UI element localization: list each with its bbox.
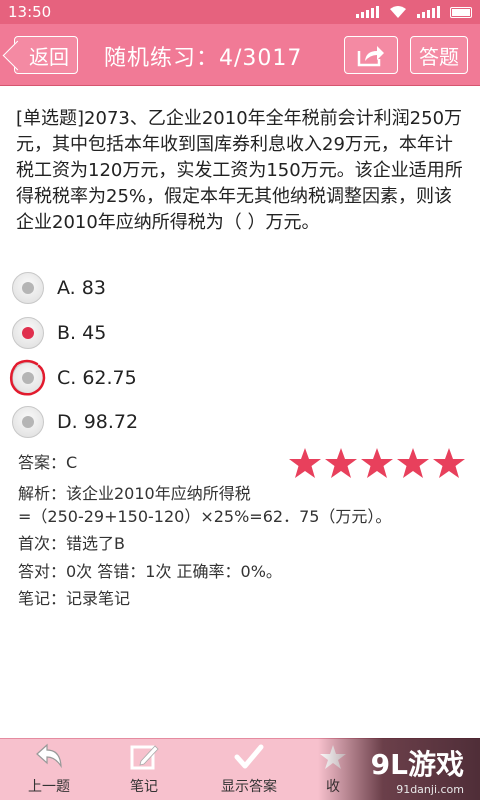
show-answer-button[interactable]: 显示答案	[190, 739, 308, 800]
option-b[interactable]: B. 45	[12, 315, 312, 351]
star-icon	[289, 448, 321, 478]
star-icon	[325, 448, 357, 478]
status-bar: 13:50	[0, 0, 480, 24]
signal-icon	[356, 6, 379, 18]
star-icon	[433, 448, 465, 478]
back-button-label: 返回	[29, 44, 69, 69]
option-c[interactable]: C. 62.75	[12, 360, 312, 396]
option-d-label: D. 98.72	[57, 411, 139, 433]
note-button[interactable]: 笔记	[98, 739, 190, 800]
first-attempt-text: 首次：错选了B	[18, 534, 125, 553]
star-icon	[361, 448, 393, 478]
back-button[interactable]: 返回	[14, 36, 78, 74]
radio-button-b[interactable]	[12, 317, 44, 349]
option-b-label: B. 45	[57, 322, 107, 344]
radio-button-c[interactable]	[12, 362, 44, 394]
analysis-line-1: 解析：该企业2010年应纳所得税	[18, 484, 251, 503]
watermark-main: 9L游戏	[370, 747, 464, 781]
option-a-label: A. 83	[57, 277, 106, 299]
answer-text: 答案：C	[18, 453, 78, 472]
option-a[interactable]: A. 83	[12, 270, 312, 306]
title-bar: 返回 随机练习：4/3017 答题	[0, 24, 480, 86]
rating-stars	[288, 447, 466, 479]
note-label: 笔记	[130, 779, 158, 795]
radio-button-d[interactable]	[12, 406, 44, 438]
answer-mode-button[interactable]: 答题	[410, 36, 468, 74]
status-time: 13:50	[8, 3, 52, 21]
option-c-label: C. 62.75	[57, 367, 137, 389]
wifi-icon	[390, 6, 406, 18]
edit-note-icon	[130, 745, 159, 770]
status-icons	[356, 5, 472, 19]
undo-arrow-icon	[36, 743, 62, 769]
share-icon	[357, 46, 384, 67]
checkmark-icon	[234, 744, 264, 769]
radio-button-a[interactable]	[12, 272, 44, 304]
star-icon	[397, 448, 429, 478]
watermark-sub: 91danji.com	[396, 782, 464, 796]
show-answer-label: 显示答案	[221, 779, 277, 795]
prev-question-label: 上一题	[28, 779, 70, 795]
stats-text: 答对：0次 答错：1次 正确率：0%。	[18, 562, 282, 581]
prev-question-button[interactable]: 上一题	[0, 739, 98, 800]
note-link[interactable]: 笔记：记录笔记	[18, 588, 130, 610]
option-d[interactable]: D. 98.72	[12, 404, 312, 440]
signal-icon-2	[417, 6, 440, 18]
page-title: 随机练习：4/3017	[104, 46, 303, 71]
watermark-logo: 9L游戏 91danji.com	[318, 738, 480, 800]
battery-icon	[450, 6, 472, 18]
share-button[interactable]	[344, 36, 398, 74]
analysis-line-2: =（250-29+150-120）×25%=62．75（万元）。	[18, 507, 392, 526]
question-text: [单选题]2073、乙企业2010年全年税前会计利润250万元，其中包括本年收到…	[16, 108, 463, 233]
